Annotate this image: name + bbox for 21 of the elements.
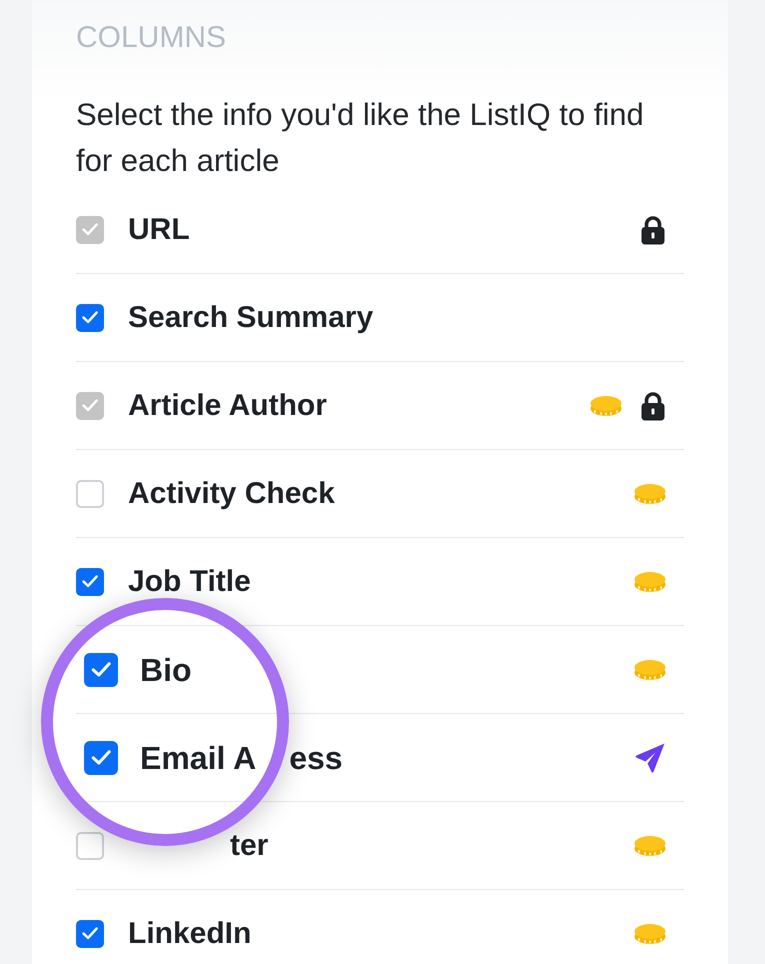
column-label: ter — [230, 830, 268, 860]
column-label: Job Title — [128, 566, 251, 596]
checkbox[interactable] — [76, 480, 104, 508]
checkbox[interactable] — [84, 652, 118, 686]
column-label: Activity Check — [128, 478, 335, 508]
column-label: Email A — [140, 742, 256, 774]
checkbox[interactable] — [76, 920, 104, 948]
checkbox[interactable] — [76, 568, 104, 596]
description-text: Select the info you'd like the ListIQ to find for each article — [76, 96, 645, 180]
section-heading: COLUMNS — [76, 20, 228, 56]
checkbox[interactable] — [84, 740, 118, 774]
checkbox[interactable] — [76, 832, 104, 860]
column-label: Article Author — [128, 390, 327, 420]
column-label: LinkedIn — [128, 918, 252, 948]
column-label: Bio — [140, 654, 192, 686]
checkbox[interactable] — [76, 216, 104, 244]
column-label: Search Summary — [128, 302, 374, 332]
checkbox[interactable] — [76, 392, 104, 420]
checkbox[interactable] — [76, 304, 104, 332]
column-label: URL — [128, 214, 190, 244]
column-label: ess — [289, 742, 343, 774]
